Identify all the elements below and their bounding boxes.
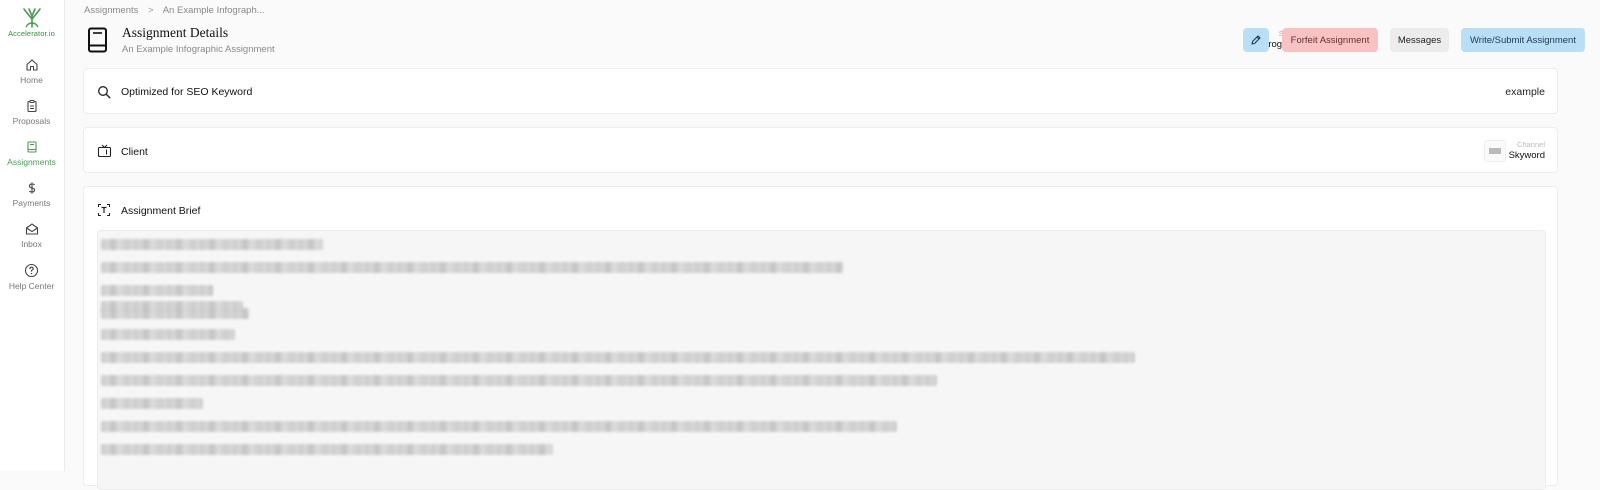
channel-label: Channel bbox=[1517, 140, 1545, 149]
write-submit-assignment-button[interactable]: Write/Submit Assignment bbox=[1461, 28, 1585, 52]
channel-info: Channel Skyword bbox=[1509, 140, 1545, 161]
sidebar-item-home[interactable]: Home bbox=[0, 58, 63, 85]
blurred-text-line bbox=[101, 308, 249, 319]
blurred-text-line bbox=[101, 375, 937, 386]
inbox-icon bbox=[25, 223, 38, 235]
sidebar-item-label: Home bbox=[20, 75, 43, 85]
blurred-text-line bbox=[101, 285, 213, 296]
search-icon bbox=[98, 86, 111, 99]
blurred-text-line bbox=[101, 398, 203, 409]
assignment-brief-card: Assignment Brief bbox=[83, 186, 1558, 490]
book-icon bbox=[88, 27, 107, 53]
pencil-icon bbox=[1251, 35, 1261, 45]
dollar-icon bbox=[28, 182, 35, 194]
sidebar-item-payments[interactable]: Payments bbox=[0, 181, 63, 208]
client-label: Client bbox=[121, 146, 148, 158]
blurred-text-line bbox=[101, 329, 235, 340]
client-card: Client Channel Skyword bbox=[83, 127, 1558, 173]
status-label: Status bbox=[1145, 29, 1300, 38]
sidebar-item-proposals[interactable]: Proposals bbox=[0, 99, 63, 126]
seo-keyword-value: example bbox=[1505, 86, 1545, 98]
sidebar-item-label: Payments bbox=[12, 198, 51, 208]
text-scan-icon bbox=[97, 203, 111, 217]
page-title: Assignment Details bbox=[122, 25, 229, 40]
sidebar-item-label: Proposals bbox=[12, 116, 51, 126]
book-icon bbox=[26, 141, 37, 153]
sidebar-item-inbox[interactable]: Inbox bbox=[0, 222, 63, 249]
status-indicator: Status In Progress bbox=[1145, 29, 1300, 50]
sidebar: Accelerator.io Home Proposals Assignment… bbox=[0, 0, 65, 471]
tv-icon bbox=[97, 144, 112, 158]
main-content: Assignments > An Example Infograph... As… bbox=[65, 0, 1600, 490]
blurred-text-line bbox=[101, 444, 553, 455]
sidebar-item-label: Help Center bbox=[8, 281, 55, 291]
sidebar-item-assignments[interactable]: Assignments bbox=[0, 140, 63, 167]
clipboard-icon bbox=[26, 100, 37, 113]
channel-value: Skyword bbox=[1508, 150, 1545, 161]
sidebar-item-label: Assignments bbox=[7, 157, 56, 167]
home-icon bbox=[25, 59, 38, 71]
blurred-text-line bbox=[101, 352, 1135, 363]
breadcrumb-item-current: An Example Infograph... bbox=[162, 5, 265, 16]
messages-button[interactable]: Messages bbox=[1390, 28, 1449, 52]
logo-icon bbox=[22, 8, 41, 28]
breadcrumb-item-assignments[interactable]: Assignments bbox=[84, 5, 138, 16]
blurred-text-line bbox=[101, 421, 897, 432]
blurred-text-line bbox=[101, 239, 323, 250]
client-logo bbox=[1484, 140, 1506, 162]
assignment-brief-label: Assignment Brief bbox=[121, 205, 201, 217]
page-subtitle: An Example Infographic Assignment bbox=[122, 44, 275, 55]
blurred-text-line bbox=[101, 262, 843, 273]
app-logo[interactable]: Accelerator.io bbox=[0, 6, 63, 38]
edit-button[interactable] bbox=[1243, 28, 1269, 52]
help-icon bbox=[24, 263, 39, 278]
seo-keyword-label: Optimized for SEO Keyword bbox=[121, 86, 253, 98]
seo-keyword-card: Optimized for SEO Keyword example bbox=[83, 68, 1558, 114]
forfeit-assignment-button[interactable]: Forfeit Assignment bbox=[1282, 28, 1378, 52]
sidebar-item-label: Inbox bbox=[21, 239, 42, 249]
assignment-brief-content bbox=[97, 230, 1546, 490]
sidebar-item-help-center[interactable]: Help Center bbox=[0, 263, 63, 291]
logo-text: Accelerator.io bbox=[8, 29, 55, 38]
status-value: In Progress bbox=[1251, 39, 1300, 50]
breadcrumb-separator: > bbox=[148, 5, 154, 16]
breadcrumb: Assignments > An Example Infograph... bbox=[84, 5, 265, 16]
